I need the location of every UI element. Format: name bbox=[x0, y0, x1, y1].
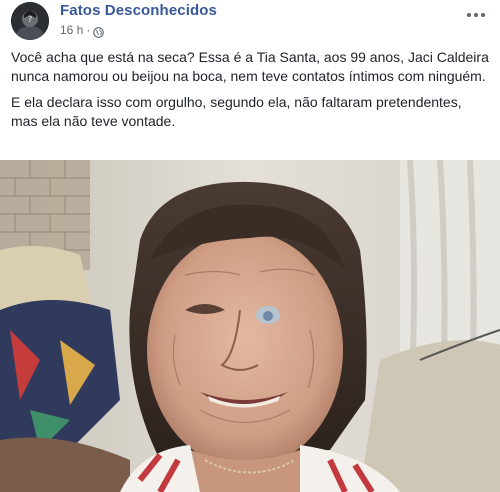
post-paragraph: Você acha que está na seca? Essa é a Tia… bbox=[11, 49, 489, 84]
post-header: ? Fatos Desconhecidos 16 h · bbox=[0, 0, 500, 42]
photo-image bbox=[0, 160, 500, 492]
post-meta: 16 h · bbox=[60, 22, 105, 38]
avatar-image: ? bbox=[11, 2, 49, 40]
post-photo[interactable] bbox=[0, 160, 500, 492]
svg-text:?: ? bbox=[28, 15, 33, 25]
page-avatar[interactable]: ? bbox=[11, 2, 49, 40]
post-paragraph: E ela declara isso com orgulho, segundo … bbox=[11, 94, 462, 129]
post-timestamp[interactable]: 16 h bbox=[60, 23, 83, 37]
post-text: Você acha que está na seca? Essa é a Tia… bbox=[11, 48, 491, 138]
more-options-icon[interactable] bbox=[462, 6, 490, 24]
meta-separator: · bbox=[86, 23, 91, 37]
globe-icon[interactable] bbox=[93, 25, 105, 38]
page-name-link[interactable]: Fatos Desconhecidos bbox=[60, 2, 217, 19]
